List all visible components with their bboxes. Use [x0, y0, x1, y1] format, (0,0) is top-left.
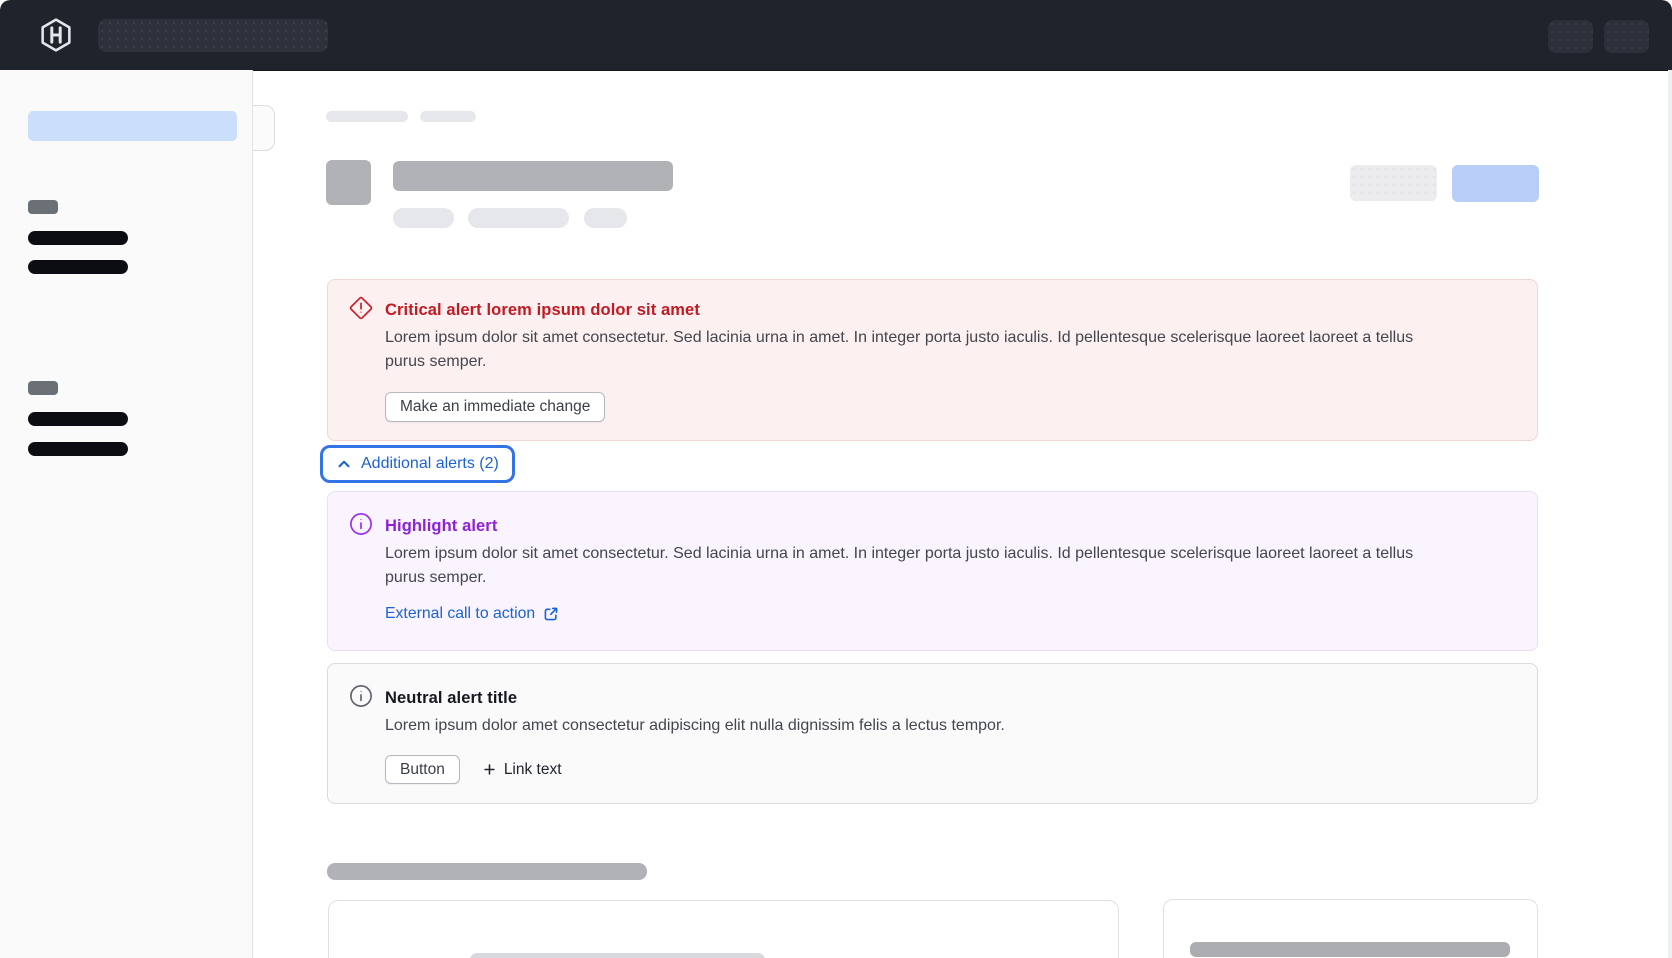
page-icon-placeholder	[326, 160, 371, 205]
critical-alert: Critical alert lorem ipsum dolor sit ame…	[327, 279, 1538, 441]
card-content-placeholder	[470, 953, 765, 958]
immediate-change-button[interactable]: Make an immediate change	[385, 392, 605, 422]
section-title-placeholder	[327, 863, 647, 880]
app-window: Critical alert lorem ipsum dolor sit ame…	[0, 0, 1672, 958]
sidebar-section-label-placeholder	[28, 381, 58, 395]
content-card	[328, 900, 1119, 958]
neutral-button[interactable]: Button	[385, 755, 460, 784]
page-tag-placeholder	[468, 208, 569, 228]
critical-alert-title: Critical alert lorem ipsum dolor sit ame…	[385, 298, 1497, 322]
info-circle-icon	[349, 684, 373, 708]
page-tag-placeholder	[584, 208, 627, 228]
info-circle-icon	[349, 512, 373, 536]
sidebar-nav-item-placeholder[interactable]	[28, 412, 128, 426]
highlight-alert-body: Lorem ipsum dolor sit amet consectetur. …	[385, 542, 1453, 590]
breadcrumb-item-placeholder[interactable]	[326, 111, 408, 122]
neutral-alert: Neutral alert title Lorem ipsum dolor am…	[327, 663, 1538, 804]
window-right-edge	[1668, 70, 1672, 958]
sidebar-nav-item-placeholder[interactable]	[28, 231, 128, 245]
highlight-alert: Highlight alert Lorem ipsum dolor sit am…	[327, 491, 1538, 651]
additional-alerts-label: Additional alerts (2)	[361, 455, 499, 473]
critical-alert-body: Lorem ipsum dolor sit amet consectetur. …	[385, 326, 1453, 374]
hashicorp-logo-icon	[38, 17, 74, 53]
alert-diamond-icon	[349, 296, 373, 320]
neutral-alert-actions: Button Link text	[385, 755, 1497, 784]
chevron-up-icon	[336, 456, 352, 472]
search-input-placeholder[interactable]	[98, 19, 328, 52]
header-secondary-button-placeholder[interactable]	[1350, 165, 1437, 201]
neutral-link[interactable]: Link text	[482, 761, 562, 779]
sidebar-active-item-placeholder[interactable]	[28, 111, 237, 141]
plus-icon	[482, 762, 497, 777]
external-cta-label: External call to action	[385, 605, 535, 623]
topbar-user-button-placeholder[interactable]	[1604, 20, 1649, 53]
breadcrumb-item-placeholder[interactable]	[420, 111, 476, 122]
external-link-icon	[543, 606, 559, 622]
highlight-alert-title: Highlight alert	[385, 514, 1497, 538]
topbar	[0, 0, 1672, 71]
sidebar-collapse-handle[interactable]	[253, 105, 275, 151]
neutral-alert-title: Neutral alert title	[385, 686, 1497, 710]
sidebar-nav-item-placeholder[interactable]	[28, 260, 128, 274]
external-cta-link[interactable]: External call to action	[385, 605, 559, 623]
neutral-alert-body: Lorem ipsum dolor amet consectetur adipi…	[385, 714, 1453, 738]
header-primary-button-placeholder[interactable]	[1452, 165, 1539, 202]
card-content-placeholder	[1190, 942, 1510, 957]
sidebar-section-label-placeholder	[28, 200, 58, 214]
page-title-placeholder	[393, 161, 673, 191]
page-tag-placeholder	[393, 208, 454, 228]
additional-alerts-toggle[interactable]: Additional alerts (2)	[320, 445, 515, 483]
topbar-help-button-placeholder[interactable]	[1548, 20, 1593, 53]
neutral-link-label: Link text	[504, 761, 562, 779]
sidebar-nav-item-placeholder[interactable]	[28, 442, 128, 456]
